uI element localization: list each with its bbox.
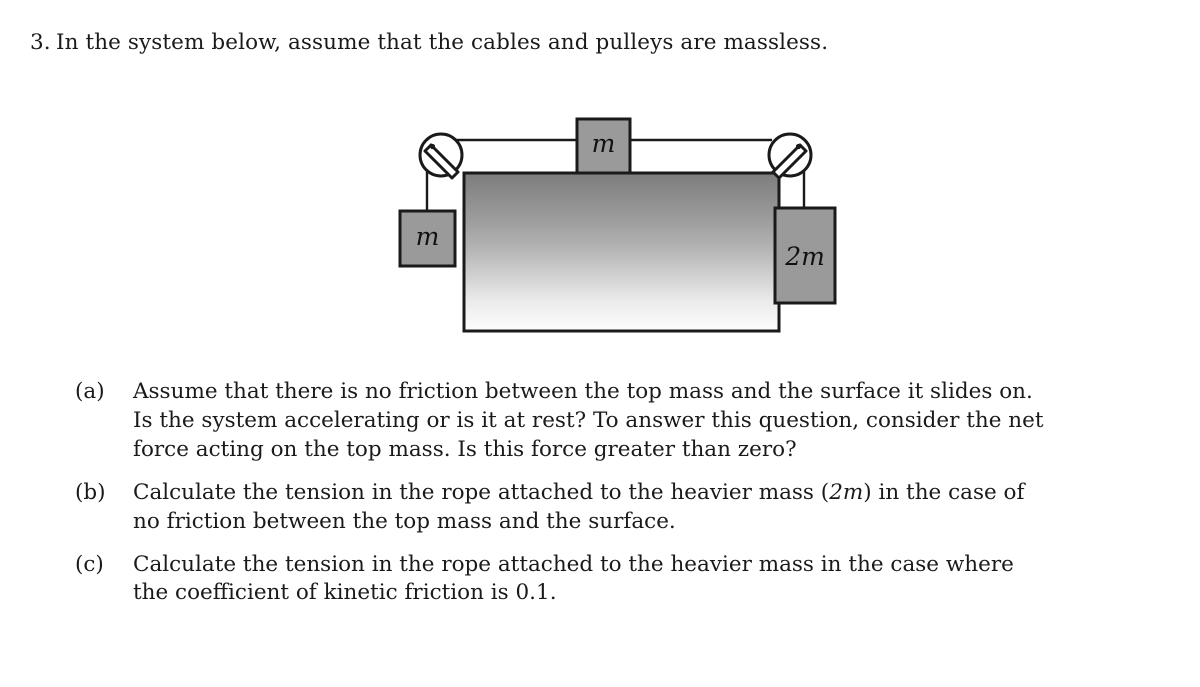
part-a-line-2: Is the system accelerating or is it at r… xyxy=(133,407,1044,433)
part-c-body: Calculate the tension in the rope attach… xyxy=(133,551,1172,609)
block-left-mass: m xyxy=(398,209,457,268)
pulley-left-axle xyxy=(429,143,436,150)
part-c-line-2: the coefficient of kinetic friction is 0… xyxy=(133,580,557,606)
problem-statement: In the system below, assume that the cab… xyxy=(56,30,829,55)
block-top-mass: m xyxy=(575,117,632,175)
part-b-body: Calculate the tension in the rope attach… xyxy=(133,479,1172,537)
part-a-line-1: Assume that there is no friction between… xyxy=(133,379,1033,404)
pulley-left xyxy=(418,132,464,180)
block-left-mass-label: m xyxy=(416,222,440,251)
part-c-tag: (c) xyxy=(75,551,104,577)
pulley-right xyxy=(767,132,813,180)
block-right-mass-label: 2m xyxy=(784,242,825,271)
part-a: (a) Assume that there is no friction bet… xyxy=(0,378,1200,465)
problem-number: 3. xyxy=(30,30,51,55)
table-surface xyxy=(462,171,781,333)
part-a-tag: (a) xyxy=(75,379,105,404)
part-c-line-1: Calculate the tension in the rope attach… xyxy=(133,551,1014,577)
part-a-line-3: force acting on the top mass. Is this fo… xyxy=(133,436,797,462)
table-body xyxy=(462,171,781,333)
part-c: (c) Calculate the tension in the rope at… xyxy=(0,551,1200,609)
part-a-body: Assume that there is no friction between… xyxy=(133,378,1172,465)
pulley-right-axle xyxy=(795,143,802,150)
part-b: (b) Calculate the tension in the rope at… xyxy=(0,479,1200,537)
parts-list: (a) Assume that there is no friction bet… xyxy=(0,378,1200,622)
part-b-line-2: no friction between the top mass and the… xyxy=(133,508,676,534)
block-right-mass: 2m xyxy=(773,206,837,305)
problem-heading: 3. In the system below, assume that the c… xyxy=(30,28,1170,57)
block-top-mass-label: m xyxy=(592,129,616,158)
part-b-tag: (b) xyxy=(75,479,106,505)
physics-diagram: m m 2m xyxy=(0,100,1200,350)
part-b-line-1: Calculate the tension in the rope attach… xyxy=(133,479,1025,505)
